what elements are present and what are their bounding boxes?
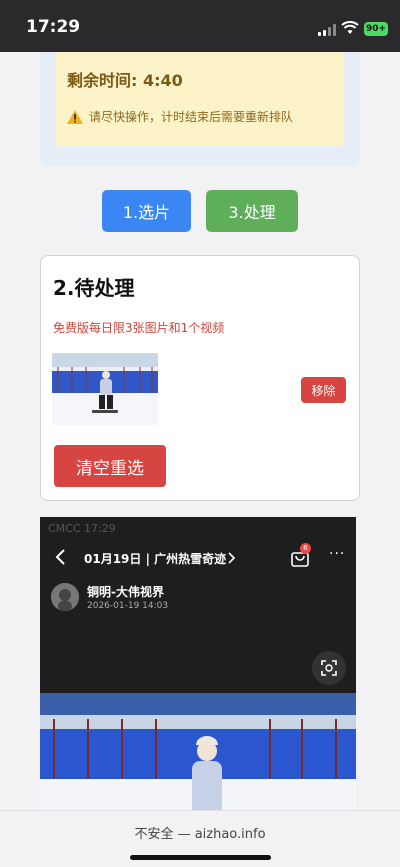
back-arrow-icon (55, 549, 65, 565)
chevron-right-icon (228, 552, 236, 564)
wifi-icon (341, 21, 359, 34)
page-content: 剩余时间: 4:40 请尽快操作，计时结束后需要重新排队 1.选片 3.处理 2… (0, 52, 400, 810)
timer-warning: 请尽快操作，计时结束后需要重新排队 (67, 108, 293, 125)
embedded-date: 2026-01-19 14:03 (87, 601, 169, 611)
embedded-nav-bar: 01月19日 | 广州热雪奇迹 6 ··· (40, 539, 356, 575)
embedded-photo (40, 693, 356, 810)
uploaded-screenshot-preview: CMCC 17:29 01月19日 | 广州热雪奇迹 6 ··· 铜明-大伟视界… (40, 517, 356, 810)
avatar (51, 583, 79, 611)
notification-badge: 6 (300, 543, 311, 554)
status-bar: 17:29 90+ (0, 0, 400, 52)
select-step-button[interactable]: 1.选片 (102, 190, 191, 232)
more-icon: ··· (329, 546, 346, 562)
battery-icon: 90+ (364, 22, 388, 36)
browser-address-bar[interactable]: 不安全 — aizhao.info (0, 810, 400, 867)
pending-title: 2.待处理 (53, 276, 135, 300)
signal-icon (318, 24, 338, 36)
pending-card: 2.待处理 免费版每日限3张图片和1个视频 移除 清空重选 (40, 255, 360, 501)
embedded-title: 01月19日 | 广州热雪奇迹 (84, 552, 227, 566)
status-time: 17:29 (26, 17, 81, 37)
home-indicator (130, 855, 271, 860)
remove-button[interactable]: 移除 (301, 377, 346, 403)
free-limit-note: 免费版每日限3张图片和1个视频 (53, 321, 225, 335)
scan-icon (312, 651, 346, 685)
warning-icon (67, 109, 83, 124)
embedded-username: 铜明-大伟视界 (87, 585, 164, 599)
embedded-status-text: CMCC 17:29 (48, 522, 116, 535)
process-step-button[interactable]: 3.处理 (206, 190, 298, 232)
remaining-time: 剩余时间: 4:40 (67, 71, 183, 90)
warning-text: 请尽快操作，计时结束后需要重新排队 (89, 110, 294, 124)
clear-reselect-button[interactable]: 清空重选 (54, 445, 166, 487)
url-text[interactable]: 不安全 — aizhao.info (0, 823, 400, 842)
snowboarder-photo (52, 353, 158, 425)
pending-thumbnail[interactable] (52, 353, 158, 425)
